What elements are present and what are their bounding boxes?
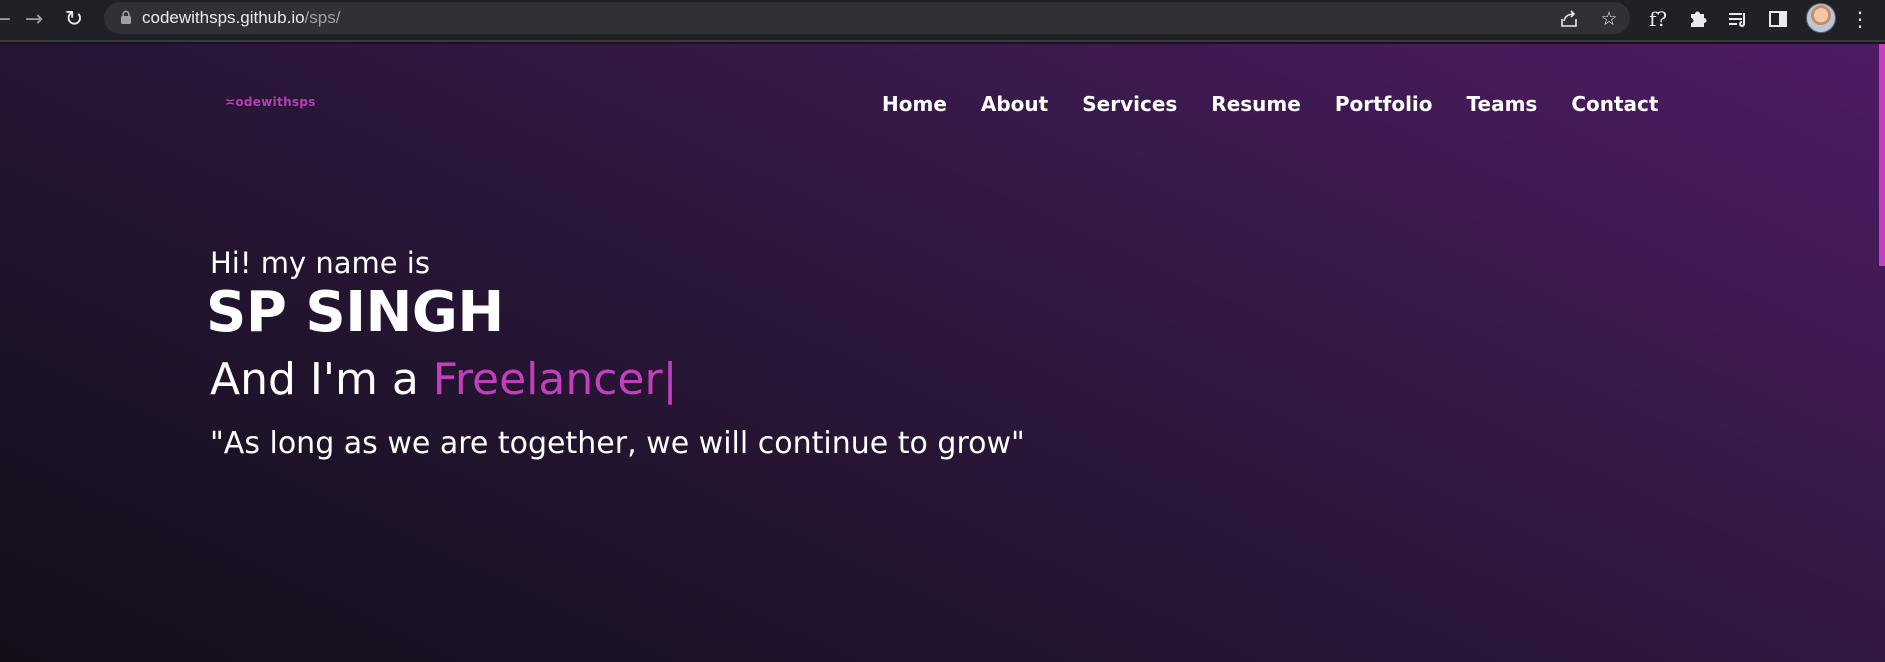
- forward-arrow-icon[interactable]: →: [18, 4, 50, 36]
- url-path: /sps/: [304, 8, 341, 27]
- address-bar[interactable]: codewithsps.github.io/sps/ ☆: [104, 2, 1630, 34]
- puzzle-icon[interactable]: [1684, 5, 1712, 33]
- hero-role: And I'm a Freelancer|: [210, 354, 677, 405]
- logo-text: odewithsps: [235, 95, 316, 109]
- typing-caret: |: [662, 354, 678, 405]
- nav-resume[interactable]: Resume: [1211, 92, 1301, 116]
- scrollbar-thumb[interactable]: [1879, 44, 1885, 266]
- media-queue-icon[interactable]: [1724, 5, 1752, 33]
- profile-avatar[interactable]: [1806, 3, 1836, 33]
- url-text[interactable]: codewithsps.github.io/sps/: [142, 8, 340, 28]
- nav-portfolio[interactable]: Portfolio: [1335, 92, 1433, 116]
- site-logo[interactable]: ≍odewithsps: [225, 95, 316, 109]
- role-typed-text: Freelancer: [432, 354, 663, 405]
- lock-icon: [121, 10, 131, 24]
- browser-toolbar: ← → ↻ codewithsps.github.io/sps/ ☆ f? ⋮: [0, 0, 1885, 42]
- portfolio-page: ≍odewithsps Home About Services Resume P…: [0, 44, 1885, 662]
- hero-quote: "As long as we are together, we will con…: [210, 426, 1025, 461]
- url-host: codewithsps.github.io: [142, 8, 305, 27]
- share-icon[interactable]: [1558, 8, 1580, 30]
- nav-services[interactable]: Services: [1082, 92, 1177, 116]
- back-arrow-icon[interactable]: ←: [0, 4, 18, 36]
- nav-contact[interactable]: Contact: [1571, 92, 1658, 116]
- nav-teams[interactable]: Teams: [1467, 92, 1538, 116]
- side-panel-icon[interactable]: [1764, 5, 1792, 33]
- nav-about[interactable]: About: [981, 92, 1048, 116]
- nav-home[interactable]: Home: [882, 92, 947, 116]
- reload-icon[interactable]: ↻: [58, 4, 90, 36]
- role-prefix: And I'm a: [210, 354, 433, 405]
- hero-name: SP SINGH: [206, 280, 504, 345]
- kebab-menu-icon[interactable]: ⋮: [1848, 5, 1872, 33]
- extension-fx-icon[interactable]: f?: [1644, 5, 1672, 33]
- star-icon[interactable]: ☆: [1598, 8, 1620, 30]
- hero-greeting: Hi! my name is: [210, 246, 430, 280]
- main-nav: Home About Services Resume Portfolio Tea…: [882, 92, 1658, 116]
- logo-mark-icon: ≍: [225, 95, 236, 109]
